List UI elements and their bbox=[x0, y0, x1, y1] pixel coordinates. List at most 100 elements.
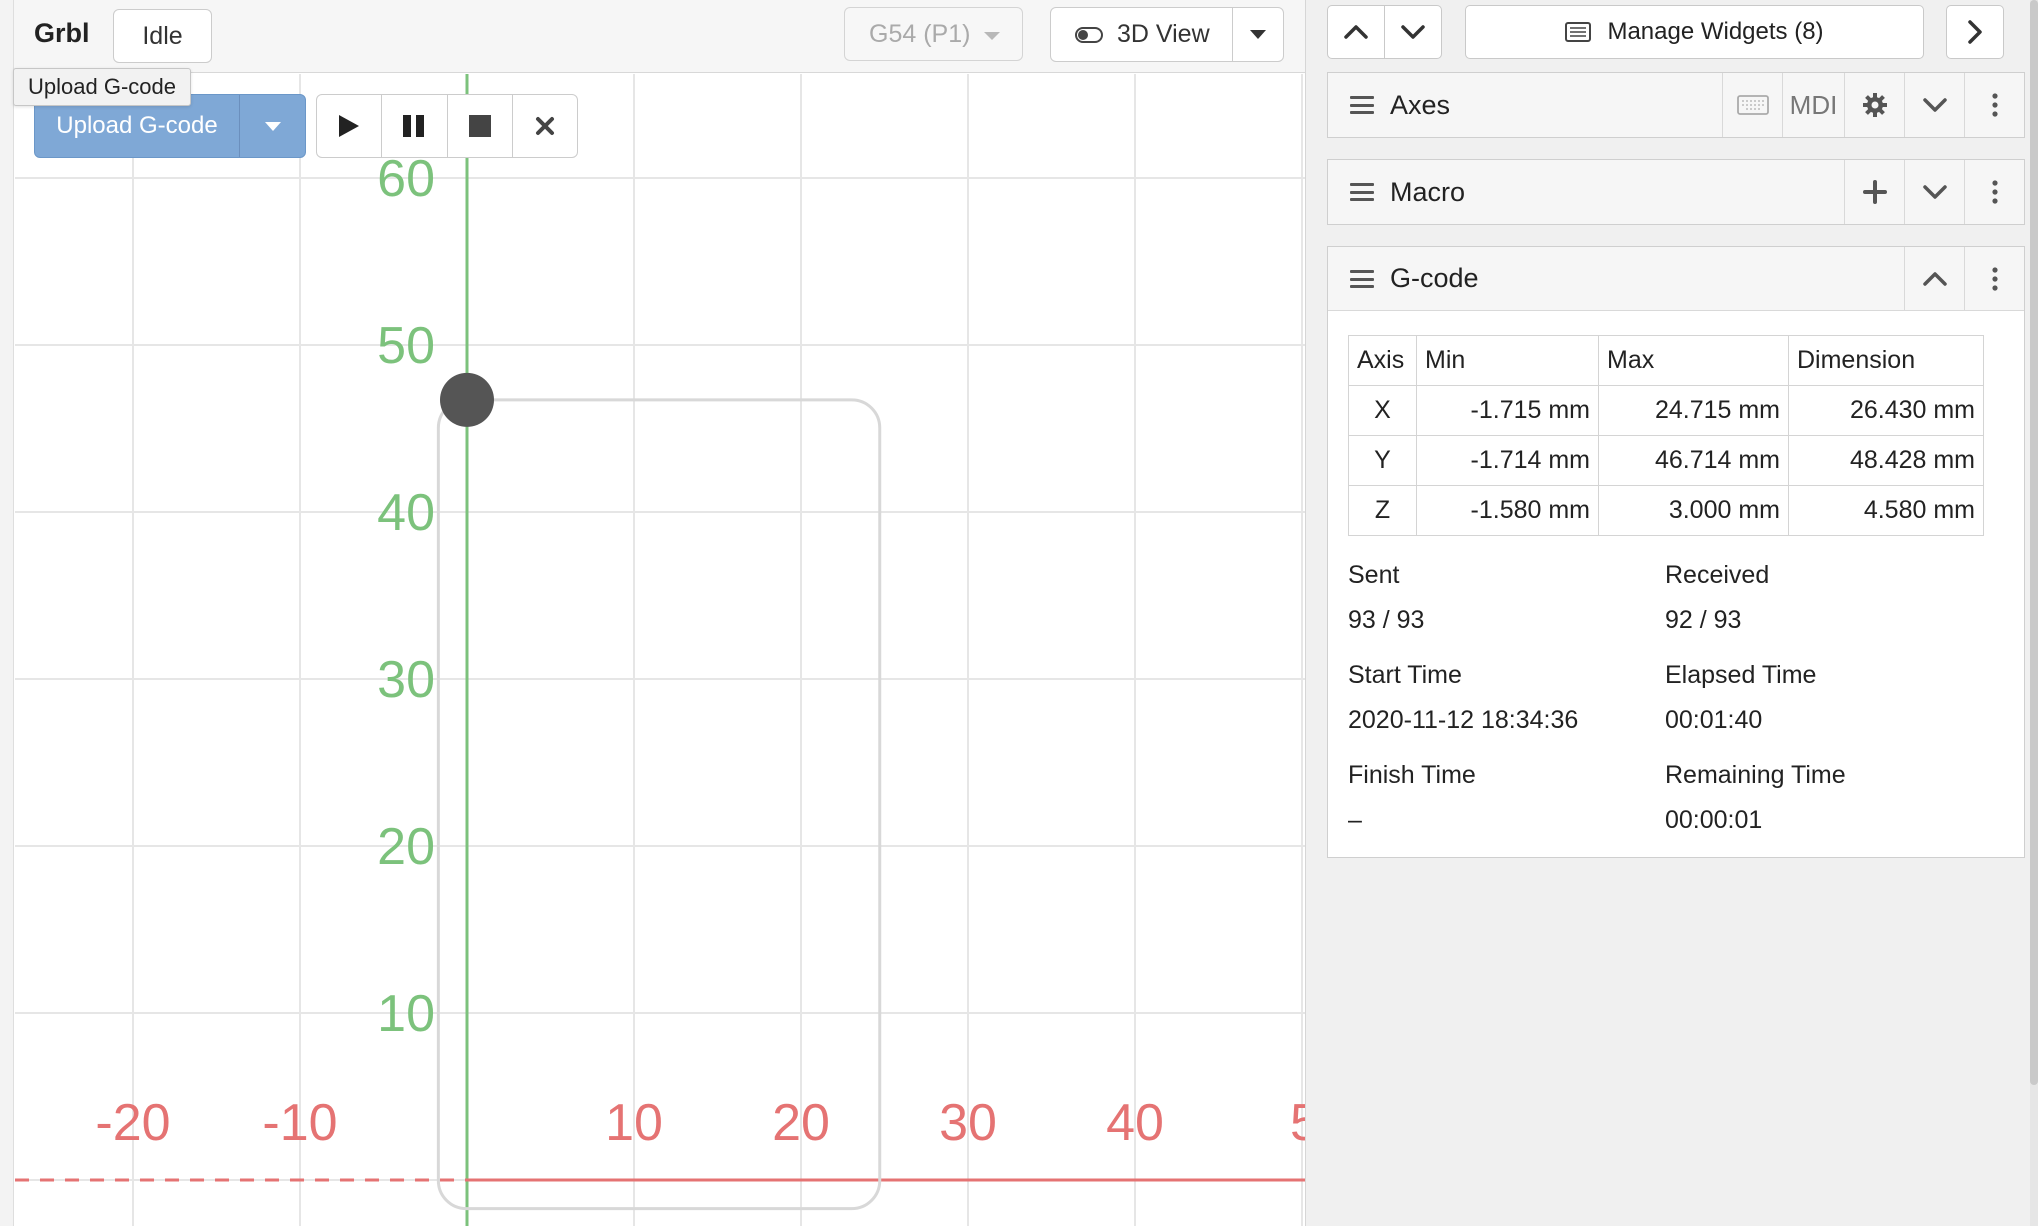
more-vertical-icon bbox=[1991, 93, 1998, 117]
keypad-button[interactable] bbox=[1722, 73, 1782, 137]
tool-position-marker bbox=[440, 372, 494, 427]
caret-down-icon bbox=[264, 121, 281, 131]
y-tick-label: 50 bbox=[377, 317, 435, 375]
sent-stat: Sent 93 / 93 bbox=[1348, 561, 1424, 635]
sidebar-scrollbar-thumb[interactable] bbox=[2030, 0, 2038, 1085]
pause-button[interactable] bbox=[382, 95, 448, 157]
y-tick-label: 40 bbox=[377, 484, 435, 542]
scroll-up-button[interactable] bbox=[1327, 5, 1385, 59]
drag-handle-icon[interactable] bbox=[1350, 270, 1374, 288]
y-tick-label: 60 bbox=[377, 150, 435, 208]
add-macro-button[interactable] bbox=[1844, 160, 1904, 224]
elapsed-time-stat: Elapsed Time 00:01:40 bbox=[1665, 661, 1816, 735]
controller-state-label: Idle bbox=[142, 21, 183, 50]
manage-widgets-button[interactable]: Manage Widgets (8) bbox=[1465, 5, 1924, 59]
drag-handle-icon[interactable] bbox=[1350, 183, 1374, 201]
stop-button[interactable] bbox=[448, 95, 513, 157]
axes-widget: Axes MDI bbox=[1327, 72, 2025, 138]
dimension-cell: 48.428 mm bbox=[1788, 435, 1984, 486]
controller-state-button[interactable]: Idle bbox=[113, 9, 212, 63]
received-value: 92 / 93 bbox=[1665, 606, 1742, 634]
axis-cell: Z bbox=[1348, 485, 1417, 536]
wcs-select[interactable]: G54 (P1) bbox=[844, 7, 1023, 61]
axes-expand-button[interactable] bbox=[1904, 73, 1964, 137]
bounding-box-table: Axis Min Max Dimension X -1.715 mm 24.71… bbox=[1348, 335, 1984, 536]
close-gcode-button[interactable] bbox=[513, 95, 577, 157]
more-vertical-icon bbox=[1991, 180, 1998, 204]
upload-options-dropdown[interactable] bbox=[240, 95, 305, 157]
more-vertical-icon bbox=[1991, 267, 1998, 291]
table-row: Z -1.580 mm 3.000 mm 4.580 mm bbox=[1348, 485, 1984, 536]
max-cell: 3.000 mm bbox=[1598, 485, 1789, 536]
min-cell: -1.580 mm bbox=[1416, 485, 1599, 536]
table-row: Y -1.714 mm 46.714 mm 48.428 mm bbox=[1348, 435, 1984, 486]
x-tick-label: 40 bbox=[1106, 1094, 1164, 1152]
y-tick-label: 20 bbox=[377, 818, 435, 876]
min-cell: -1.714 mm bbox=[1416, 435, 1599, 486]
scroll-down-button[interactable] bbox=[1384, 5, 1442, 59]
macro-widget-title: Macro bbox=[1390, 176, 1466, 207]
view-options-dropdown[interactable] bbox=[1233, 8, 1283, 61]
max-cell: 24.715 mm bbox=[1598, 385, 1789, 436]
remaining-time-label: Remaining Time bbox=[1665, 761, 1846, 789]
visualizer-canvas[interactable]: -20 -10 10 20 30 40 5 10 20 30 40 50 60 bbox=[15, 74, 1305, 1226]
close-icon bbox=[535, 117, 554, 135]
sent-value: 93 / 93 bbox=[1348, 606, 1425, 634]
gcode-widget: G-code Axis Min Max Dimension X -1.715 m… bbox=[1327, 246, 2025, 858]
controller-name: Grbl bbox=[34, 18, 90, 48]
y-tick-label: 30 bbox=[377, 651, 435, 709]
list-icon bbox=[1565, 22, 1592, 42]
finish-time-label: Finish Time bbox=[1348, 761, 1476, 789]
sidebar-scrollbar[interactable] bbox=[2030, 0, 2038, 1226]
chevron-down-icon bbox=[1922, 98, 1947, 112]
table-row: X -1.715 mm 24.715 mm 26.430 mm bbox=[1348, 385, 1984, 436]
wcs-select-label: G54 (P1) bbox=[869, 19, 971, 48]
toolpath bbox=[436, 398, 882, 1211]
chevron-down-icon bbox=[1401, 25, 1425, 39]
x-tick-label: -10 bbox=[262, 1094, 337, 1152]
gcode-widget-header: G-code bbox=[1328, 247, 2024, 311]
drag-handle-icon[interactable] bbox=[1350, 96, 1374, 114]
chevron-up-icon bbox=[1922, 272, 1947, 286]
finish-time-value: – bbox=[1348, 806, 1362, 834]
column-header: Axis bbox=[1348, 335, 1417, 386]
axes-menu-button[interactable] bbox=[1964, 73, 2024, 137]
received-stat: Received 92 / 93 bbox=[1665, 561, 1769, 635]
gcode-widget-title: G-code bbox=[1390, 263, 1479, 293]
view-toggle-button[interactable]: 3D View bbox=[1051, 8, 1233, 61]
widget-sidebar: Manage Widgets (8) Axes MDI Macro G-code… bbox=[1305, 0, 2038, 1226]
keyboard-icon bbox=[1736, 95, 1769, 115]
macro-menu-button[interactable] bbox=[1964, 160, 2024, 224]
sent-label: Sent bbox=[1348, 561, 1400, 589]
elapsed-time-label: Elapsed Time bbox=[1665, 661, 1817, 689]
max-cell: 46.714 mm bbox=[1598, 435, 1789, 486]
axes-widget-header: Axes MDI bbox=[1328, 73, 2024, 137]
run-button[interactable] bbox=[317, 95, 383, 157]
macro-widget: Macro bbox=[1327, 159, 2025, 225]
start-time-label: Start Time bbox=[1348, 661, 1462, 689]
chevron-down-icon bbox=[1922, 185, 1947, 199]
macro-expand-button[interactable] bbox=[1904, 160, 1964, 224]
chevron-down-icon bbox=[984, 32, 1000, 40]
collapse-sidebar-button[interactable] bbox=[1946, 5, 2004, 59]
axes-settings-button[interactable] bbox=[1844, 73, 1904, 137]
plus-icon bbox=[1862, 180, 1887, 204]
stop-icon bbox=[468, 115, 491, 137]
y-tick-label: 10 bbox=[377, 985, 435, 1043]
chevron-up-icon bbox=[1344, 25, 1368, 39]
gcode-collapse-button[interactable] bbox=[1904, 247, 1964, 311]
workspace: -20 -10 10 20 30 40 5 10 20 30 40 50 60 Grbl Idle G5… bbox=[0, 0, 1305, 1226]
gear-icon bbox=[1862, 93, 1887, 117]
macro-widget-header: Macro bbox=[1328, 160, 2024, 224]
toggle-icon bbox=[1075, 26, 1103, 43]
x-tick-label: 30 bbox=[939, 1094, 997, 1152]
column-header: Min bbox=[1416, 335, 1599, 386]
dimension-cell: 26.430 mm bbox=[1788, 385, 1984, 436]
axis-cell: X bbox=[1348, 385, 1417, 436]
mdi-button[interactable]: MDI bbox=[1782, 73, 1844, 137]
x-tick-label: -20 bbox=[95, 1094, 170, 1152]
playback-controls bbox=[316, 94, 578, 158]
remaining-time-value: 00:00:01 bbox=[1665, 806, 1763, 834]
x-tick-label: 10 bbox=[605, 1094, 663, 1152]
gcode-menu-button[interactable] bbox=[1964, 247, 2024, 311]
